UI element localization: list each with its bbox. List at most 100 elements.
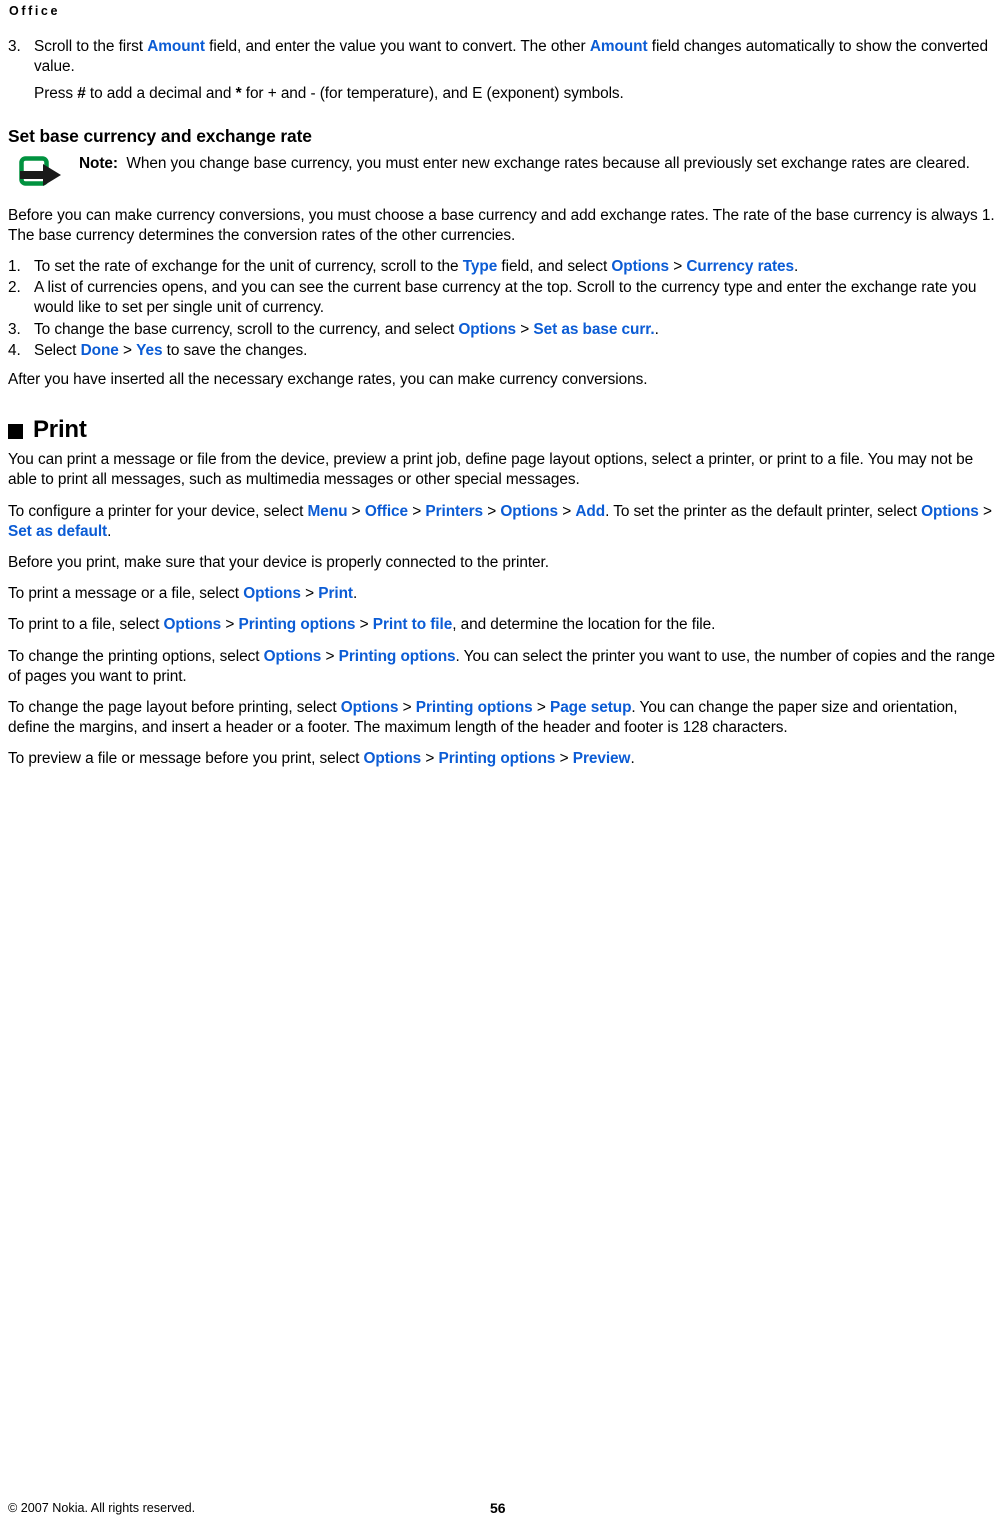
ui-string-options: Options [340,699,399,717]
list-item: 1. To set the rate of exchange for the u… [8,257,996,277]
paragraph-print-message: To print a message or a file, select Opt… [8,584,996,604]
ui-string-yes: Yes [136,341,163,359]
text-fragment: . [107,522,112,540]
ui-string-printers: Printers [425,502,483,520]
conversion-steps-continued: 3. Scroll to the first Amount field, and… [8,37,996,105]
menu-separator: > [305,585,315,603]
ui-string-print: Print [318,585,353,603]
list-item: 3. To change the base currency, scroll t… [8,320,996,340]
note-block: Note: When you change base currency, you… [8,154,996,194]
list-item-text: Select Done > Yes to save the changes. [34,342,307,359]
heading-set-base-currency: Set base currency and exchange rate [8,125,312,146]
paragraph-page-layout: To change the page layout before printin… [8,698,996,738]
paragraph-print-intro: You can print a message or file from the… [8,451,974,489]
ui-string-options: Options [363,750,422,768]
note-text: Note: When you change base currency, you… [79,154,996,174]
menu-separator: > [562,502,572,520]
step3-sub-paragraph: Press # to add a decimal and * for + and… [34,84,996,104]
square-bullet-icon [8,423,23,439]
text-fragment: To print to a file, select [8,616,164,634]
list-item-number: 3. [8,38,21,55]
ui-string-printing-options: Printing options [438,750,556,768]
menu-separator: > [673,258,683,276]
list-item-number: 2. [8,279,21,297]
document-page: Office 3. Scroll to the first Amount fie… [0,0,1004,1534]
menu-separator: > [412,502,422,520]
text-fragment: to save the changes. [162,341,308,359]
list-item: 3. Scroll to the first Amount field, and… [8,37,996,105]
text-fragment: field, and enter the value you want to c… [204,38,590,55]
menu-separator: > [536,699,546,717]
text-fragment: . [630,750,635,768]
ui-string-done: Done [80,341,119,359]
text-fragment: . To set the printer as the default prin… [605,502,922,520]
text-fragment: To change the printing options, select [8,647,264,665]
ui-string-options: Options [163,616,222,634]
key-hash: # [77,85,86,103]
menu-separator: > [225,616,235,634]
ui-string-set-as-base-curr: Set as base curr. [533,320,655,338]
list-item-text: To set the rate of exchange for the unit… [34,258,798,275]
text-fragment: To print a message or a file, select [8,585,244,603]
ui-string-options: Options [263,647,322,665]
text-fragment: To configure a printer for your device, … [8,502,308,520]
list-item-number: 4. [8,341,21,359]
ui-string-options: Options [458,320,517,338]
note-body: When you change base currency, you must … [126,154,970,172]
note-pointing-hand-icon [19,155,67,190]
menu-separator: > [559,750,569,768]
text-fragment: Select [34,341,81,359]
text-fragment: To preview a file or message before you … [8,750,364,768]
paragraph-change-printing-options: To change the printing options, select O… [8,647,996,687]
ui-string-options: Options [921,502,979,520]
text-fragment: , and determine the location for the fil… [452,616,716,634]
paragraph-base-currency-intro: Before you can make currency conversions… [8,206,995,244]
text-fragment: Scroll to the first [34,38,148,55]
menu-separator: > [487,502,497,520]
ui-string-amount: Amount [147,38,205,55]
paragraph-printer-connected: Before you print, make sure that your de… [8,554,549,572]
paragraph-after-rates: After you have inserted all the necessar… [8,371,648,389]
paragraph-print-to-file: To print to a file, select Options > Pri… [8,615,996,635]
ui-string-office: Office [364,502,409,520]
menu-separator: > [402,699,412,717]
currency-rate-steps: 1. To set the rate of exchange for the u… [8,257,996,361]
ui-string-printing-options: Printing options [238,616,356,634]
menu-separator: > [983,502,992,520]
ui-string-currency-rates: Currency rates [686,258,795,276]
menu-separator: > [520,320,530,338]
ui-string-options: Options [611,258,670,276]
list-item: 2. A list of currencies opens, and you c… [8,278,996,318]
text-fragment: . [794,258,799,276]
note-label: Note: [79,154,118,172]
list-item-text: Scroll to the first Amount field, and en… [34,38,988,75]
ui-string-add: Add [575,502,606,520]
list-item-text: To change the base currency, scroll to t… [34,321,659,338]
heading-print-label: Print [33,416,87,444]
ui-string-page-setup: Page setup [550,699,632,717]
ui-string-options: Options [500,502,558,520]
text-fragment: for + and - (for temperature), and E (ex… [241,85,624,103]
menu-separator: > [425,750,435,768]
ui-string-printing-options: Printing options [415,699,533,717]
text-fragment: . [352,585,358,603]
heading-print: Print [8,417,996,443]
text-fragment: To change the page layout before printin… [8,699,341,717]
ui-string-print-to-file: Print to file [372,616,453,634]
paragraph-preview: To preview a file or message before you … [8,749,996,769]
ui-string-set-as-default: Set as default [8,522,108,540]
ui-string-type: Type [462,258,498,276]
page-number: 56 [490,1500,506,1516]
text-fragment: to add a decimal and [85,85,236,103]
ui-string-preview: Preview [572,750,631,768]
ui-string-menu: Menu [307,502,348,520]
menu-separator: > [359,616,369,634]
paragraph-configure-printer: To configure a printer for your device, … [8,502,996,542]
list-item: 4. Select Done > Yes to save the changes… [8,341,996,361]
text-fragment: To set the rate of exchange for the unit… [34,258,463,276]
text-fragment: To change the base currency, scroll to t… [34,320,459,338]
copyright-notice: © 2007 Nokia. All rights reserved. [8,1501,196,1515]
running-header: Office [9,4,61,18]
list-item-text: A list of currencies opens, and you can … [34,279,977,317]
text-fragment: Press [34,85,78,103]
